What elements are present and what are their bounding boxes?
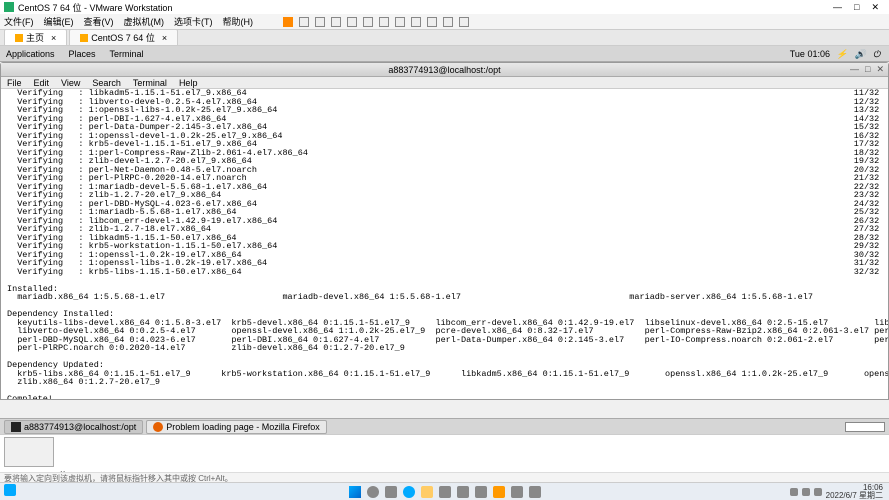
taskbar-terminal[interactable]: a883774913@localhost:/opt [4, 420, 143, 434]
power-icon[interactable]: ⏻ [873, 49, 883, 59]
toolbar-icon-7[interactable] [395, 17, 405, 27]
gnome-clock[interactable]: Tue 01:06 [790, 49, 830, 59]
menu-edit[interactable]: 编辑(E) [44, 15, 74, 28]
workspace-switcher[interactable] [845, 422, 885, 432]
taskbar-firefox-label: Problem loading page - Mozilla Firefox [166, 422, 320, 432]
menu-help[interactable]: 帮助(H) [223, 15, 254, 28]
home-icon [15, 34, 23, 42]
vmware-menubar: 文件(F) 编辑(E) 查看(V) 虚拟机(M) 选项卡(T) 帮助(H) [0, 14, 889, 30]
terminal-titlebar[interactable]: a883774913@localhost:/opt — □ ✕ [1, 63, 888, 77]
vmware-tabbar: 主页 × CentOS 7 64 位 × [0, 30, 889, 46]
term-menu-view[interactable]: View [61, 78, 80, 88]
systray[interactable]: 16:06 2022/6/7 星期二 [790, 484, 883, 500]
app-icon-5[interactable] [529, 486, 541, 498]
toolbar-icon-1[interactable] [299, 17, 309, 27]
gnome-taskbar: a883774913@localhost:/opt Problem loadin… [0, 418, 889, 434]
toolbar-icon-3[interactable] [331, 17, 341, 27]
tray-icon-1[interactable] [790, 488, 798, 496]
edge-icon[interactable] [403, 486, 415, 498]
toolbar-icon-6[interactable] [379, 17, 389, 27]
volume-icon[interactable]: 🔊 [854, 49, 864, 59]
vmware-thumbstrip: CentOS 7 64 位 [0, 434, 889, 472]
taskbar-date: 2022/6/7 星期二 [826, 492, 883, 500]
explorer-icon[interactable] [421, 486, 433, 498]
term-close[interactable]: ✕ [876, 64, 884, 75]
maximize-button[interactable]: □ [848, 2, 865, 12]
tray-icon-2[interactable] [802, 488, 810, 496]
play-icon[interactable] [283, 17, 293, 27]
close-button[interactable]: ✕ [865, 2, 885, 13]
app-icon-1[interactable] [457, 486, 469, 498]
term-menu-help[interactable]: Help [179, 78, 198, 88]
start-icon[interactable] [349, 486, 361, 498]
gnome-topbar: Applications Places Terminal Tue 01:06 ⚡… [0, 46, 889, 62]
menu-tabs[interactable]: 选项卡(T) [174, 15, 213, 28]
firefox-icon [153, 422, 163, 432]
store-icon[interactable] [439, 486, 451, 498]
menu-vm[interactable]: 虚拟机(M) [124, 15, 165, 28]
term-menu-file[interactable]: File [7, 78, 22, 88]
term-maximize[interactable]: □ [865, 64, 870, 75]
tab-home-label: 主页 [26, 31, 44, 44]
vm-icon [80, 34, 88, 42]
minimize-button[interactable]: — [827, 2, 848, 12]
term-menu-terminal[interactable]: Terminal [133, 78, 167, 88]
app-icon-2[interactable] [475, 486, 487, 498]
menu-file[interactable]: 文件(F) [4, 15, 34, 28]
toolbar-icon-11[interactable] [459, 17, 469, 27]
terminal-icon [11, 422, 21, 432]
gnome-terminal[interactable]: Terminal [110, 49, 144, 59]
terminal-menubar: File Edit View Search Terminal Help [1, 77, 888, 89]
tab-vm-close[interactable]: × [162, 33, 167, 43]
search-icon[interactable] [367, 486, 379, 498]
tab-home-close[interactable]: × [51, 33, 56, 43]
term-minimize[interactable]: — [850, 64, 859, 75]
terminal-output[interactable]: Verifying : libkadm5-1.15.1-51.el7_9.x86… [1, 89, 888, 399]
vmware-icon [4, 2, 14, 12]
window-title: CentOS 7 64 位 - VMware Workstation [18, 1, 172, 14]
tab-vm[interactable]: CentOS 7 64 位 × [69, 29, 178, 46]
toolbar-icon-5[interactable] [363, 17, 373, 27]
gnome-applications[interactable]: Applications [6, 49, 55, 59]
terminal-window: a883774913@localhost:/opt — □ ✕ File Edi… [0, 62, 889, 400]
toolbar-icon-9[interactable] [427, 17, 437, 27]
windows-taskbar: 16:06 2022/6/7 星期二 [0, 482, 889, 500]
gnome-places[interactable]: Places [69, 49, 96, 59]
taskbar-firefox[interactable]: Problem loading page - Mozilla Firefox [146, 420, 327, 434]
taskview-icon[interactable] [385, 486, 397, 498]
taskbar-clock[interactable]: 16:06 2022/6/7 星期二 [826, 484, 883, 500]
taskbar-terminal-label: a883774913@localhost:/opt [24, 422, 136, 432]
toolbar-icon-4[interactable] [347, 17, 357, 27]
term-menu-edit[interactable]: Edit [34, 78, 50, 88]
vm-thumb-preview [4, 437, 54, 467]
tab-vm-label: CentOS 7 64 位 [91, 31, 155, 44]
menu-view[interactable]: 查看(V) [84, 15, 114, 28]
network-icon[interactable]: ⚡ [836, 49, 846, 59]
tray-icon-3[interactable] [814, 488, 822, 496]
toolbar-icon-10[interactable] [443, 17, 453, 27]
app-icon-3[interactable] [493, 486, 505, 498]
toolbar-icon-2[interactable] [315, 17, 325, 27]
terminal-title: a883774913@localhost:/opt [388, 65, 500, 75]
vmware-titlebar: CentOS 7 64 位 - VMware Workstation — □ ✕ [0, 0, 889, 14]
app-icon-4[interactable] [511, 486, 523, 498]
vmware-statusbar: 要将输入定向到该虚拟机，请将鼠标指针移入其中或按 Ctrl+Alt。 [0, 472, 889, 482]
tab-home[interactable]: 主页 × [4, 29, 67, 46]
term-menu-search[interactable]: Search [92, 78, 121, 88]
toolbar-icon-8[interactable] [411, 17, 421, 27]
widgets-icon[interactable] [4, 484, 16, 496]
